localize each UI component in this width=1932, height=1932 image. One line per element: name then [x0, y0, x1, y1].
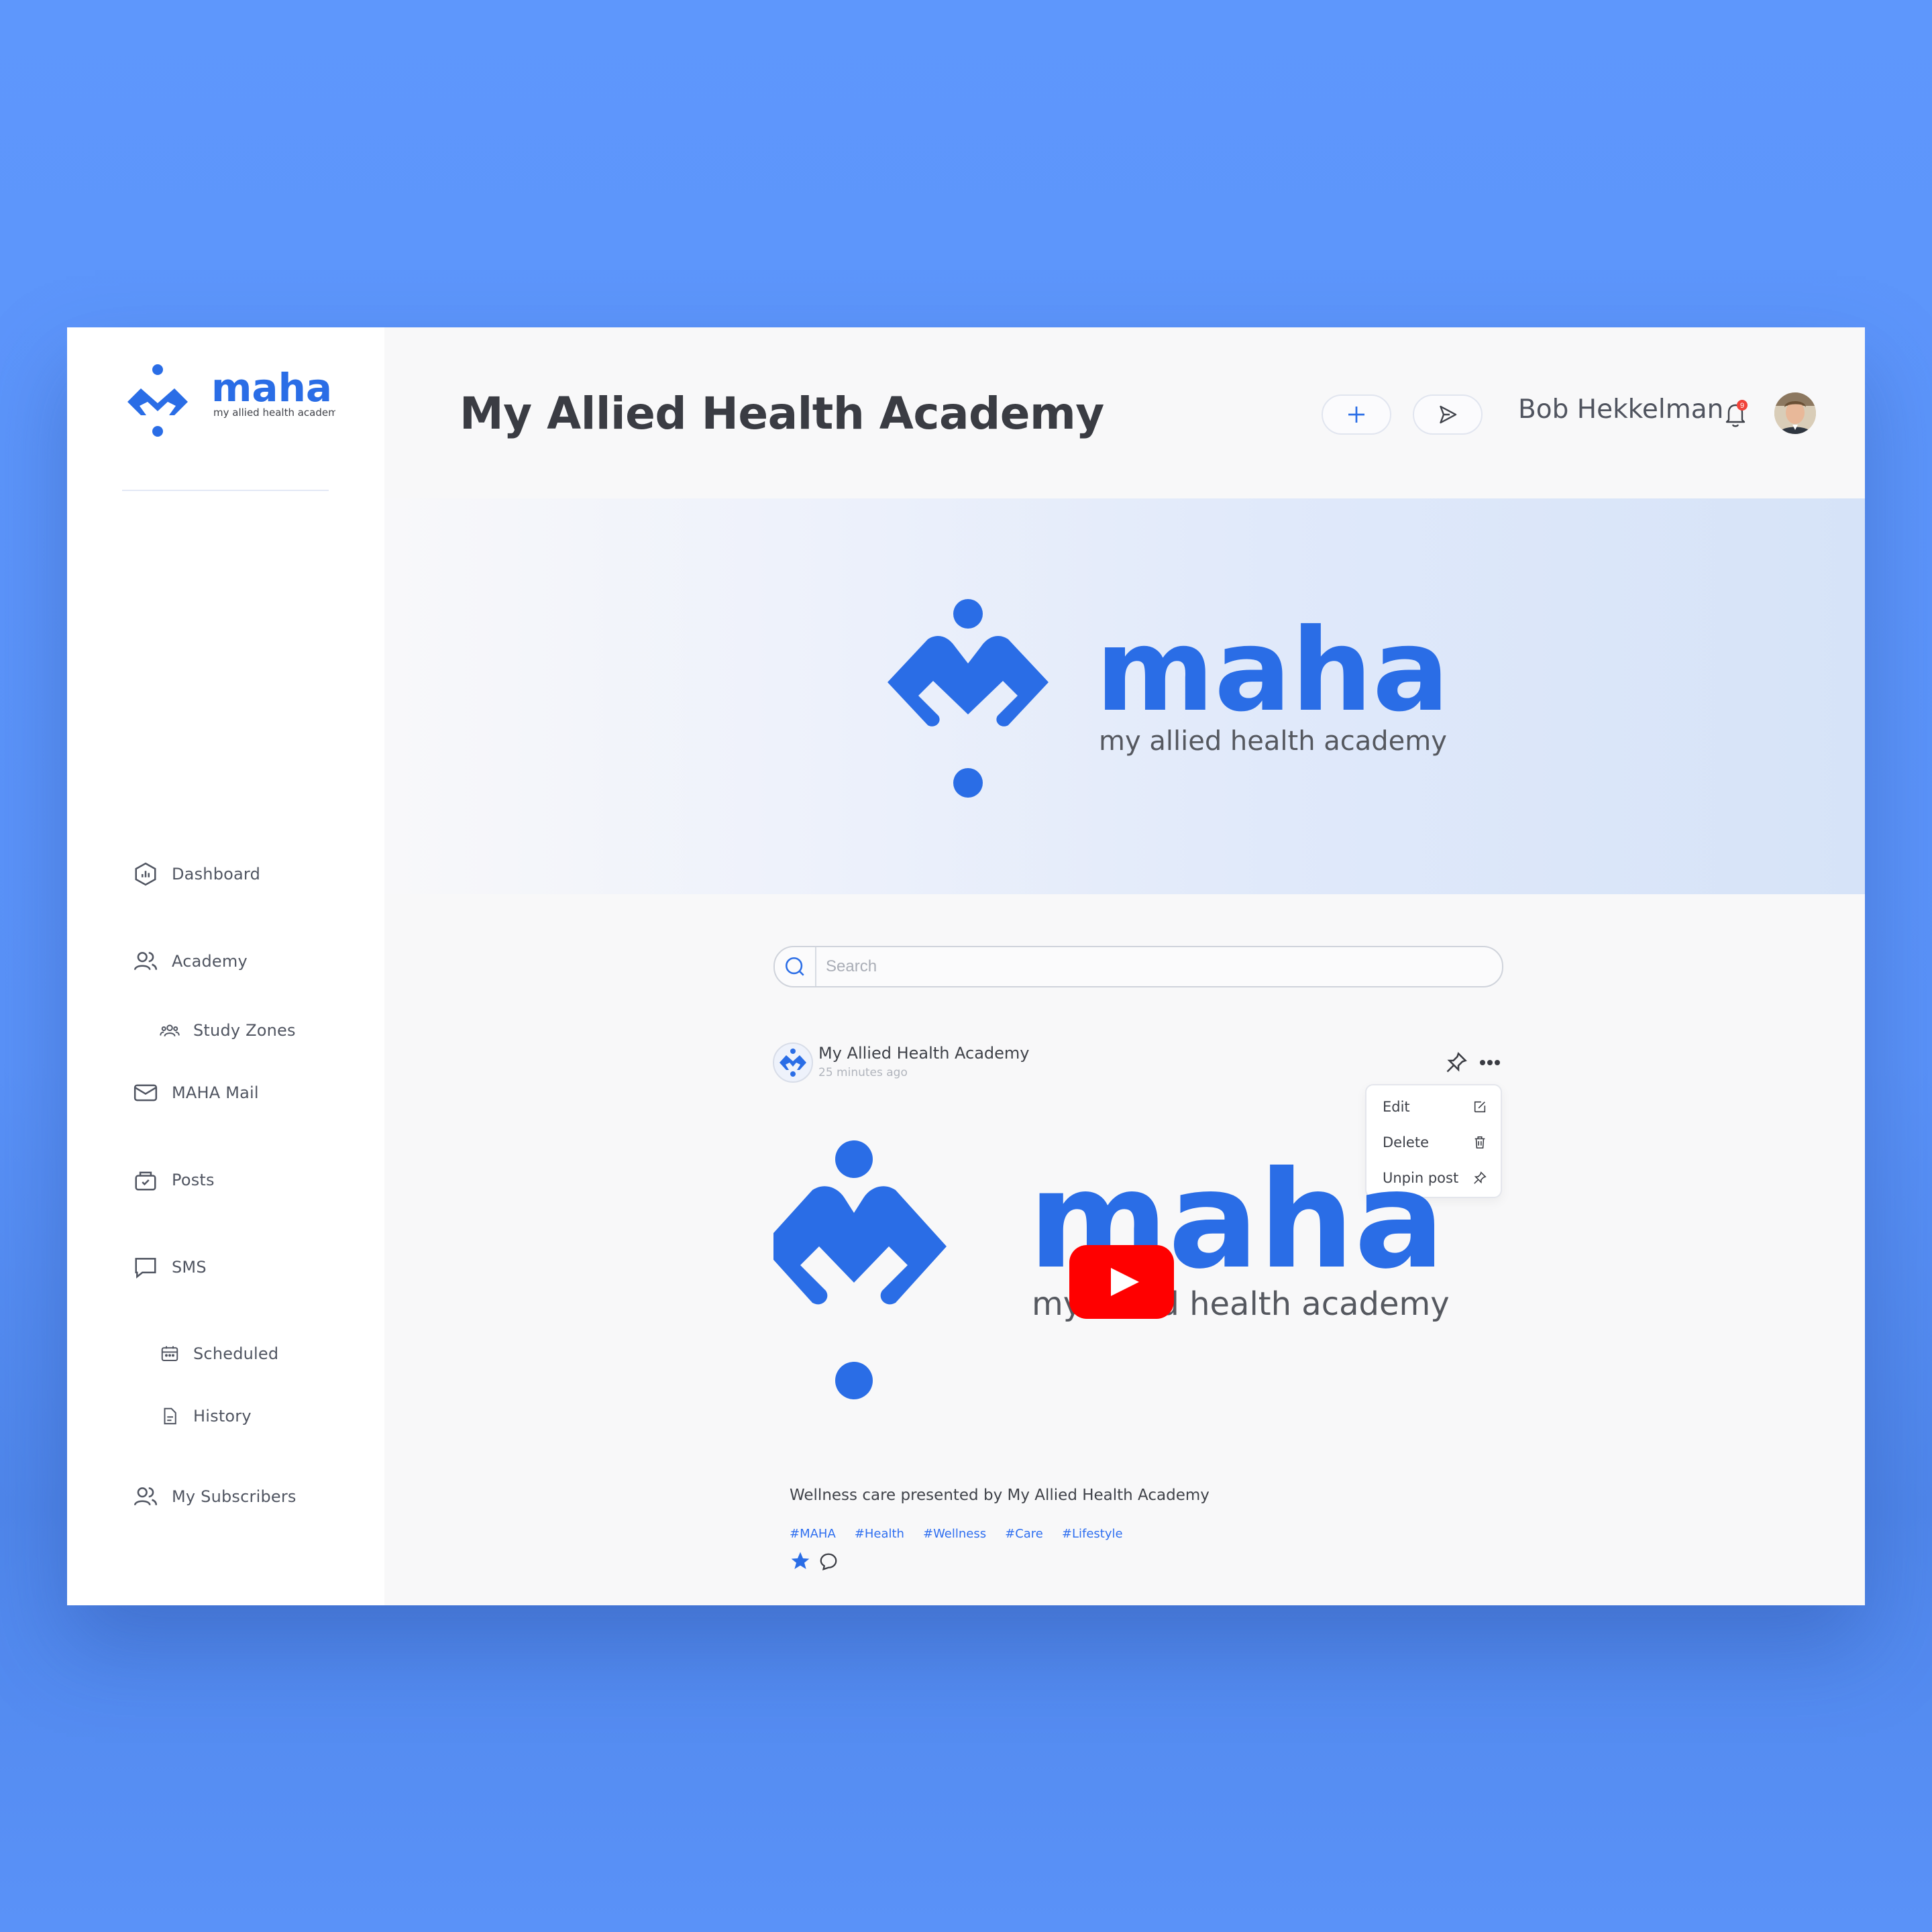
avatar[interactable]	[1774, 392, 1816, 434]
send-button[interactable]	[1413, 394, 1483, 435]
svg-text:maha: maha	[1095, 604, 1450, 737]
tag-link[interactable]: #Care	[1005, 1527, 1043, 1541]
sidebar-item-label: Scheduled	[193, 1344, 279, 1363]
chat-icon	[133, 1254, 158, 1280]
users-icon	[133, 949, 158, 974]
bag-icon	[133, 1167, 158, 1193]
sidebar-item-maha-mail[interactable]: MAHA Mail	[133, 1080, 259, 1106]
page-title: My Allied Health Academy	[460, 388, 1104, 439]
sidebar-item-label: Dashboard	[172, 865, 261, 883]
more-dots-icon	[1480, 1060, 1500, 1065]
sidebar-item-history[interactable]: History	[160, 1406, 252, 1426]
post-timestamp: 25 minutes ago	[818, 1066, 908, 1079]
sidebar: maha my allied health academy Dashboard …	[67, 327, 384, 1605]
play-video-button[interactable]	[1069, 1245, 1174, 1319]
sidebar-item-posts[interactable]: Posts	[133, 1167, 215, 1193]
sidebar-divider	[122, 490, 329, 491]
notifications-button[interactable]: 9	[1722, 400, 1749, 429]
tag-link[interactable]: #Health	[855, 1527, 904, 1541]
sidebar-item-label: MAHA Mail	[172, 1083, 259, 1102]
sidebar-item-sms[interactable]: SMS	[133, 1254, 207, 1280]
svg-text:my allied health academy: my allied health academy	[1099, 726, 1447, 757]
sidebar-item-academy[interactable]: Academy	[133, 949, 248, 974]
search-bar[interactable]	[773, 946, 1503, 987]
pin-icon	[1446, 1052, 1467, 1073]
send-icon	[1440, 405, 1457, 424]
pin-button[interactable]	[1444, 1051, 1468, 1075]
maha-logo-large-icon: maha my allied health academy	[888, 599, 1450, 798]
users-icon	[133, 1484, 158, 1509]
sidebar-item-label: Posts	[172, 1171, 215, 1189]
sidebar-item-label: History	[193, 1407, 252, 1426]
notification-count: 9	[1740, 402, 1744, 410]
youtube-play-icon	[1069, 1245, 1174, 1319]
svg-text:my allied health academy: my allied health academy	[213, 407, 335, 419]
mail-icon	[133, 1080, 158, 1106]
post-tags: #MAHA #Health #Wellness #Care #Lifestyle	[790, 1527, 1123, 1541]
favorite-button[interactable]	[790, 1550, 811, 1572]
menu-item-label: Edit	[1383, 1099, 1410, 1115]
maha-logo-icon	[780, 1049, 806, 1077]
search-icon[interactable]	[775, 947, 816, 986]
tag-link[interactable]: #Lifestyle	[1062, 1527, 1123, 1541]
edit-icon	[1474, 1101, 1486, 1113]
plus-icon	[1348, 407, 1364, 423]
tag-link[interactable]: #Wellness	[923, 1527, 986, 1541]
user-avatar-icon	[1774, 392, 1816, 434]
menu-item-edit[interactable]: Edit	[1383, 1093, 1487, 1120]
group-icon	[160, 1020, 180, 1040]
comment-button[interactable]	[818, 1552, 839, 1572]
user-name[interactable]: Bob Hekkelman	[1518, 394, 1723, 425]
app-window: maha my allied health academy Dashboard …	[67, 327, 1865, 1605]
sidebar-item-label: Academy	[172, 952, 248, 971]
sidebar-item-dashboard[interactable]: Dashboard	[133, 861, 260, 887]
svg-text:maha: maha	[211, 365, 332, 411]
sidebar-item-label: SMS	[172, 1258, 207, 1277]
sidebar-item-scheduled[interactable]: Scheduled	[160, 1344, 278, 1364]
bell-icon: 9	[1725, 400, 1748, 427]
maha-logo-icon: maha my allied health academy	[127, 364, 344, 437]
post-author-name[interactable]: My Allied Health Academy	[818, 1044, 1030, 1063]
add-button[interactable]	[1322, 394, 1391, 435]
dashboard-icon	[133, 861, 158, 887]
sidebar-item-my-subscribers[interactable]: My Subscribers	[133, 1484, 297, 1509]
search-input[interactable]	[816, 957, 1471, 977]
calendar-icon	[160, 1344, 180, 1364]
sidebar-item-study-zones[interactable]: Study Zones	[160, 1020, 296, 1040]
post-caption: Wellness care presented by My Allied Hea…	[790, 1487, 1210, 1504]
sidebar-item-label: Study Zones	[193, 1021, 296, 1040]
document-icon	[160, 1406, 180, 1426]
star-icon	[791, 1552, 810, 1569]
more-options-button[interactable]	[1478, 1053, 1502, 1072]
tag-link[interactable]: #MAHA	[790, 1527, 836, 1541]
comment-icon	[820, 1553, 837, 1570]
post-author-avatar[interactable]	[773, 1042, 813, 1083]
brand-logo[interactable]: maha my allied health academy	[121, 364, 344, 445]
sidebar-item-label: My Subscribers	[172, 1487, 297, 1506]
cover-banner: maha my allied health academy	[384, 498, 1865, 894]
